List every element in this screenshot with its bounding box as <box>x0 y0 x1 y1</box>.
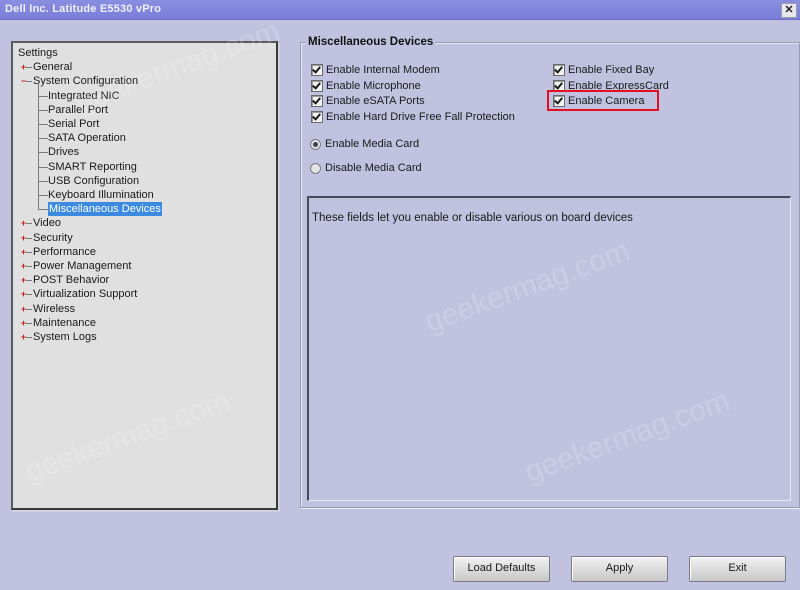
checkbox-label: Enable Fixed Bay <box>568 64 655 76</box>
window-title: Dell Inc. Latitude E5530 vPro <box>5 3 162 15</box>
tree-item-label: Power Management <box>33 260 132 272</box>
tree-connector <box>26 252 32 253</box>
checkbox-label: Enable Hard Drive Free Fall Protection <box>326 111 515 123</box>
tree-connector <box>26 337 32 338</box>
tree-connector <box>26 81 32 82</box>
checkbox-checked-icon[interactable] <box>311 111 323 123</box>
load-defaults-button[interactable]: Load Defaults <box>453 556 550 582</box>
tree-vertical-connector <box>38 83 39 209</box>
tree-item-label: Drives <box>48 146 80 158</box>
tree-connector <box>38 152 48 153</box>
checkbox-checked-icon[interactable] <box>553 64 565 76</box>
tree-connector <box>38 167 48 168</box>
settings-tree[interactable]: Settings + General − System Configuration In… <box>11 41 278 510</box>
tree-item-label: SATA Operation <box>48 132 126 144</box>
tree-item-label: Video <box>33 217 61 229</box>
tree-item-label: POST Behavior <box>33 274 110 286</box>
tree-connector <box>26 266 32 267</box>
exit-button[interactable]: Exit <box>689 556 786 582</box>
tree-item-label: Integrated NIC <box>48 90 120 102</box>
checkbox-label: Enable Internal Modem <box>326 64 440 76</box>
tree-connector <box>38 96 48 97</box>
tree-item-label: USB Configuration <box>48 175 140 187</box>
tree-root-label: Settings <box>18 47 58 59</box>
tree-item-label: System Configuration <box>33 75 139 87</box>
tree-connector <box>26 280 32 281</box>
checkbox-label: Enable eSATA Ports <box>326 95 425 107</box>
tree-connector <box>38 195 48 196</box>
tree-item-label: Maintenance <box>33 317 96 329</box>
description-box: These fields let you enable or disable v… <box>307 196 791 501</box>
tree-item-label: General <box>33 61 73 73</box>
tree-item-label: SMART Reporting <box>48 161 137 173</box>
radio-unselected-icon[interactable] <box>310 163 321 174</box>
tree-connector <box>26 309 32 310</box>
tree-connector <box>26 67 32 68</box>
tree-connector <box>26 294 32 295</box>
tree-item-label-selected: Miscellaneous Devices <box>48 202 162 216</box>
checkbox-checked-icon[interactable] <box>311 64 323 76</box>
tree-connector <box>26 238 32 239</box>
checkbox-checked-icon[interactable] <box>311 95 323 107</box>
title-bar: Dell Inc. Latitude E5530 vPro ✕ <box>0 0 800 20</box>
tree-connector <box>26 223 32 224</box>
camera-highlight-box <box>547 90 659 111</box>
close-icon[interactable]: ✕ <box>781 3 797 18</box>
tree-connector <box>38 138 48 139</box>
tree-item-label: Virtualization Support <box>33 288 138 300</box>
tree-item-label: Serial Port <box>48 118 100 130</box>
group-title: Miscellaneous Devices <box>306 36 436 48</box>
checkbox-label: Enable Microphone <box>326 80 421 92</box>
tree-item-label: Keyboard Illumination <box>48 189 154 201</box>
radio-label: Enable Media Card <box>325 138 420 150</box>
tree-item-label: Wireless <box>33 303 76 315</box>
tree-connector <box>38 110 48 111</box>
radio-selected-icon[interactable] <box>310 139 321 150</box>
tree-connector <box>38 181 48 182</box>
tree-connector <box>38 124 48 125</box>
checkbox-checked-icon[interactable] <box>311 80 323 92</box>
tree-item-label: Parallel Port <box>48 104 108 116</box>
tree-connector <box>26 323 32 324</box>
description-text: These fields let you enable or disable v… <box>312 212 633 224</box>
tree-connector <box>38 209 48 210</box>
tree-item-label: Security <box>33 232 73 244</box>
tree-item-label: System Logs <box>33 331 97 343</box>
tree-item-label: Performance <box>33 246 96 258</box>
radio-label: Disable Media Card <box>325 162 422 174</box>
apply-button[interactable]: Apply <box>571 556 668 582</box>
